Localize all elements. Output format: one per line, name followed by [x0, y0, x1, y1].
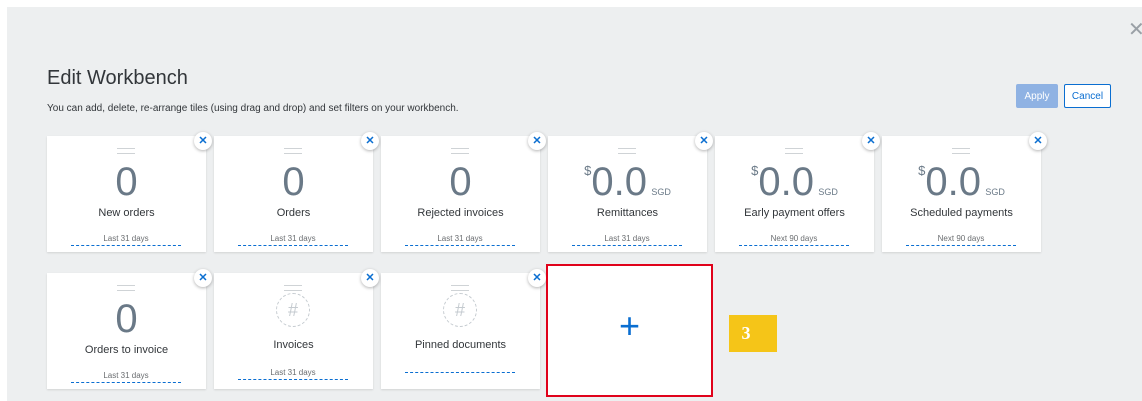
tile-period-filter[interactable]: Last 31 days	[238, 368, 348, 380]
tile-period-filter[interactable]: Next 90 days	[906, 234, 1016, 246]
remove-tile-icon[interactable]: ✕	[194, 269, 212, 287]
add-tile-highlight[interactable]: +	[546, 264, 713, 397]
tile-label: Early payment offers	[744, 207, 845, 219]
tile-amount: $0.0 SGD	[882, 160, 1041, 214]
currency-unit: SGD	[818, 187, 838, 197]
drag-handle-icon[interactable]	[618, 148, 636, 154]
tile-label: Scheduled payments	[910, 207, 1013, 219]
remove-tile-icon[interactable]: ✕	[528, 269, 546, 287]
tile-amount: $0.0 SGD	[715, 160, 874, 214]
tile-pinned-documents[interactable]: ✕ # Pinned documents	[381, 269, 546, 389]
tile-period-filter[interactable]: Last 31 days	[238, 234, 348, 246]
currency-unit: SGD	[985, 187, 1005, 197]
tile-label: Pinned documents	[414, 339, 507, 351]
remove-tile-icon[interactable]: ✕	[862, 132, 880, 150]
tile-value: 0	[282, 160, 305, 204]
tile-period-filter[interactable]: Last 31 days	[405, 234, 515, 246]
remove-tile-icon[interactable]: ✕	[194, 132, 212, 150]
tile-value: 0	[115, 160, 138, 204]
step-badge: 3	[729, 315, 777, 352]
remove-tile-icon[interactable]: ✕	[528, 132, 546, 150]
tile-label: Orders to invoice	[84, 344, 169, 356]
plus-icon: +	[618, 305, 641, 346]
tile-value: 0.0	[591, 160, 647, 204]
tile-scheduled-payments[interactable]: ✕ $0.0 SGD Scheduled payments Next 90 da…	[882, 132, 1047, 252]
tile-value: 0.0	[758, 160, 814, 204]
tile-value: 0.0	[925, 160, 981, 204]
drag-handle-icon[interactable]	[117, 285, 135, 291]
drag-handle-icon[interactable]	[451, 285, 469, 291]
page-title: Edit Workbench	[47, 67, 188, 89]
tile-period-filter[interactable]: Next 90 days	[739, 234, 849, 246]
tile-period-filter[interactable]: Last 31 days	[71, 234, 181, 246]
step-badge-label: 3	[741, 323, 751, 343]
cancel-button[interactable]: Cancel	[1064, 84, 1111, 108]
tile-amount: $0.0 SGD	[548, 160, 707, 214]
tile-period-filter[interactable]: Last 31 days	[71, 371, 181, 383]
tile-rejected-invoices[interactable]: ✕ 0 Rejected invoices Last 31 days	[381, 132, 546, 252]
close-icon[interactable]: ✕	[1128, 20, 1142, 40]
drag-handle-icon[interactable]	[284, 285, 302, 291]
remove-tile-icon[interactable]: ✕	[1029, 132, 1047, 150]
tile-period-filter[interactable]: Last 31 days	[572, 234, 682, 246]
hash-icon: #	[443, 293, 477, 327]
tile-label: New orders	[98, 207, 155, 219]
tile-value: 0	[449, 160, 472, 204]
remove-tile-icon[interactable]: ✕	[695, 132, 713, 150]
tile-label: Rejected invoices	[417, 207, 504, 219]
add-tile-button[interactable]: +	[552, 274, 707, 392]
tile-orders-to-invoice[interactable]: ✕ 0 Orders to invoice Last 31 days	[47, 269, 212, 389]
remove-tile-icon[interactable]: ✕	[361, 132, 379, 150]
tile-remittances[interactable]: ✕ $0.0 SGD Remittances Last 31 days	[548, 132, 713, 252]
tile-label: Orders	[276, 207, 311, 219]
tile-label: Invoices	[273, 339, 314, 351]
hash-icon: #	[276, 293, 310, 327]
tile-orders[interactable]: ✕ 0 Orders Last 31 days	[214, 132, 379, 252]
tile-early-payment-offers[interactable]: ✕ $0.0 SGD Early payment offers Next 90 …	[715, 132, 880, 252]
drag-handle-icon[interactable]	[785, 148, 803, 154]
tile-invoices[interactable]: ✕ # Invoices Last 31 days	[214, 269, 379, 389]
currency-unit: SGD	[651, 187, 671, 197]
apply-button[interactable]: Apply	[1016, 84, 1058, 108]
tile-value: 0	[115, 297, 138, 341]
tile-label: Remittances	[596, 207, 659, 219]
page-subtitle: You can add, delete, re-arrange tiles (u…	[47, 103, 459, 114]
tile-period-filter[interactable]	[405, 371, 515, 373]
remove-tile-icon[interactable]: ✕	[361, 269, 379, 287]
drag-handle-icon[interactable]	[284, 148, 302, 154]
tile-new-orders[interactable]: ✕ 0 New orders Last 31 days	[47, 132, 212, 252]
drag-handle-icon[interactable]	[952, 148, 970, 154]
drag-handle-icon[interactable]	[451, 148, 469, 154]
drag-handle-icon[interactable]	[117, 148, 135, 154]
